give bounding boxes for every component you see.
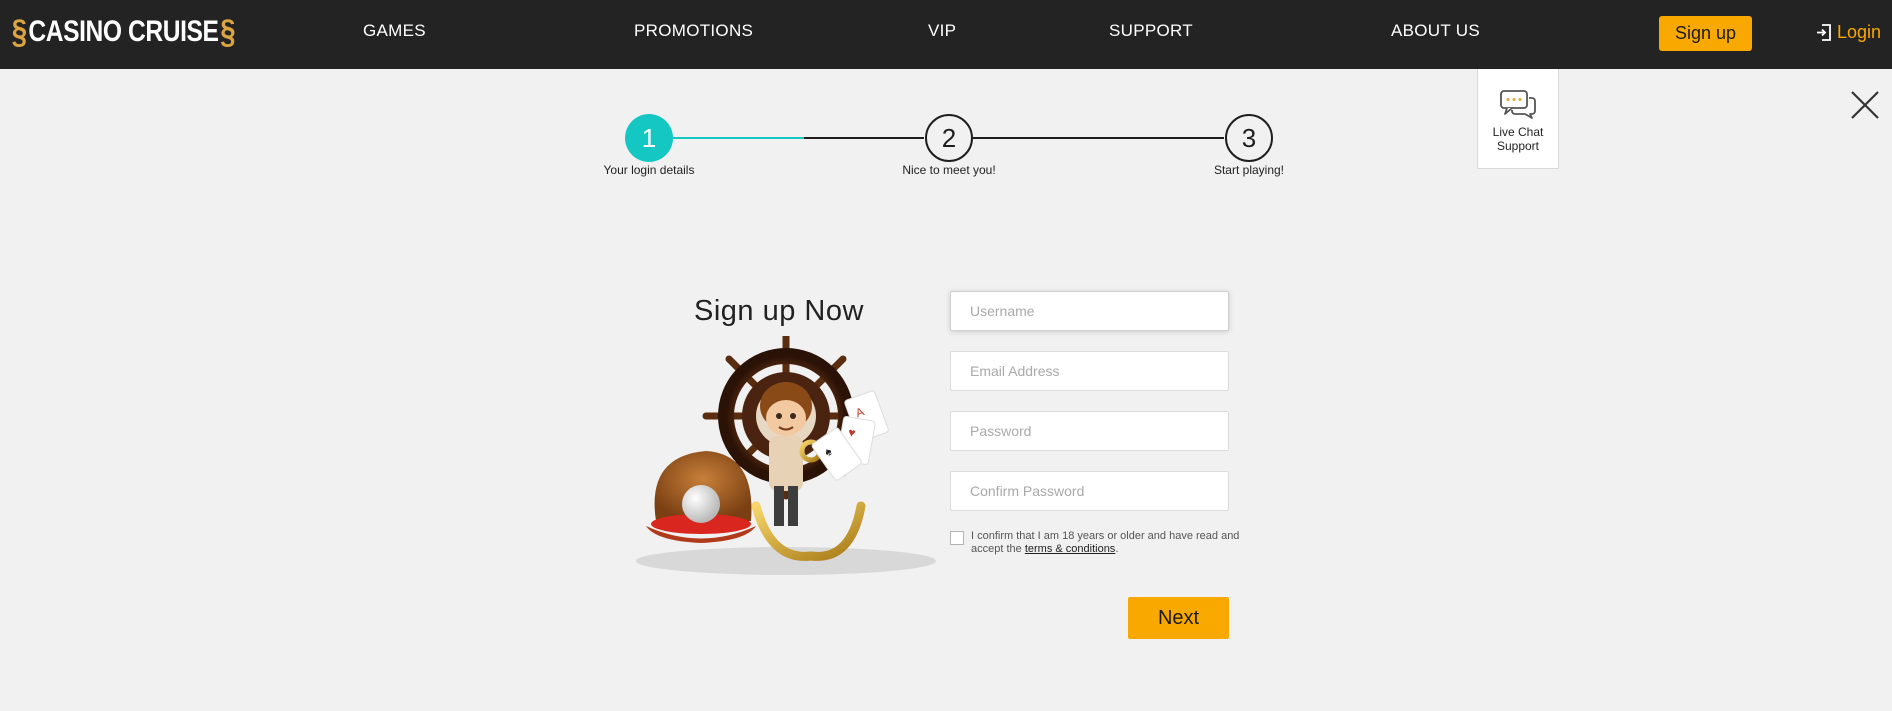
casino-cruise-logo[interactable]: § CASINO CRUISE §	[10, 13, 237, 51]
terms-text: I confirm that I am 18 years or older an…	[971, 530, 1240, 556]
live-chat-label: Live Chat Support	[1492, 125, 1544, 153]
step-number: 2	[941, 122, 957, 153]
step-3-circle: 3	[1225, 114, 1273, 162]
login-label: Login	[1837, 22, 1882, 42]
nav-games[interactable]: GAMES	[363, 21, 426, 41]
confirm-password-input[interactable]	[950, 471, 1229, 511]
step-2-label: Nice to meet you!	[902, 163, 996, 177]
nav-promotions[interactable]: PROMOTIONS	[634, 21, 753, 41]
step-number: 1	[641, 122, 657, 153]
nav-about-us[interactable]: ABOUT US	[1391, 21, 1480, 41]
seahorse-icon: §	[11, 12, 28, 51]
terms-period: .	[1115, 543, 1119, 555]
logo-text: CASINO CRUISE	[28, 15, 219, 48]
signup-title: Sign up Now	[694, 295, 864, 327]
step-progress-line	[672, 137, 804, 139]
age-terms-checkbox[interactable]	[950, 531, 964, 545]
nav-vip[interactable]: VIP	[928, 21, 956, 41]
top-navbar: § CASINO CRUISE § GAMES PROMOTIONS VIP SUP…	[0, 0, 1892, 69]
chat-bubbles-icon	[1500, 90, 1536, 119]
login-icon	[1817, 24, 1831, 41]
login-link[interactable]: Login	[1816, 22, 1881, 43]
pirate-mascot-illustration: A ♥ ♠	[636, 336, 936, 575]
signup-button[interactable]: Sign up	[1659, 16, 1752, 51]
step-number: 3	[1241, 122, 1257, 153]
terms-conditions-link[interactable]: terms & conditions	[1025, 543, 1115, 555]
terms-row: I confirm that I am 18 years or older an…	[950, 530, 1240, 556]
live-chat-support-button[interactable]: Live Chat Support	[1477, 69, 1559, 169]
nav-support[interactable]: SUPPORT	[1109, 21, 1193, 41]
email-input[interactable]	[950, 351, 1229, 391]
step-connector-line	[804, 137, 924, 139]
seahorse-icon: §	[220, 12, 236, 51]
next-button[interactable]: Next	[1128, 597, 1229, 639]
close-icon[interactable]	[1850, 90, 1880, 120]
password-input[interactable]	[950, 411, 1229, 451]
step-1-label: Your login details	[603, 163, 695, 177]
username-input[interactable]	[950, 291, 1229, 331]
step-1-circle: 1	[625, 114, 673, 162]
step-2-circle: 2	[925, 114, 973, 162]
step-3-label: Start playing!	[1213, 163, 1285, 177]
step-connector-line	[972, 137, 1224, 139]
